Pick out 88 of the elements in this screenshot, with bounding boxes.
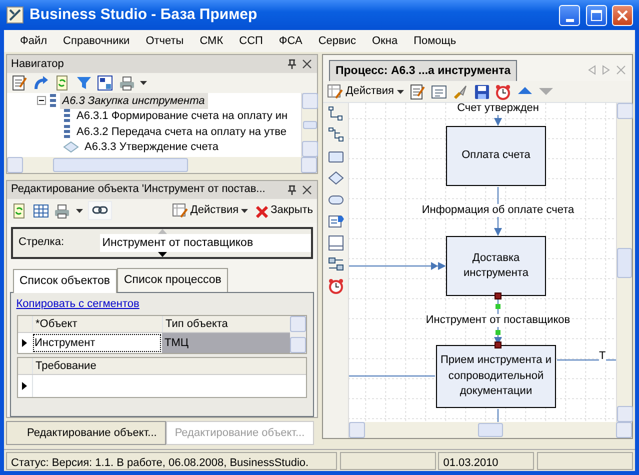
menu-item[interactable]: ФСА — [270, 32, 310, 50]
actions-button[interactable]: Действия — [172, 202, 248, 219]
diamond-icon[interactable] — [328, 170, 344, 186]
close-icon[interactable] — [301, 58, 313, 70]
scrollbar-thumb[interactable] — [478, 423, 503, 437]
menu-item[interactable]: Файл — [12, 32, 56, 50]
selection-handle[interactable] — [496, 330, 500, 335]
arrow-label: Счет утвержден — [457, 103, 539, 115]
process-box[interactable]: Прием инструмента и сопроводительной документации — [436, 345, 556, 408]
window-title: Business Studio - База Пример — [30, 4, 258, 25]
decision-icon — [63, 141, 79, 154]
scrollbar-thumb[interactable] — [617, 248, 632, 278]
close-icon — [254, 204, 268, 218]
pin-icon[interactable] — [286, 58, 298, 70]
panel-title: Навигатор — [11, 56, 65, 72]
text-icon[interactable] — [430, 84, 447, 100]
caret-icon[interactable] — [140, 81, 147, 85]
grid-edit-icon — [172, 202, 188, 218]
tab[interactable]: Список процессов — [116, 268, 228, 292]
table-cell[interactable]: ТМЦ — [162, 333, 290, 354]
minimize-icon — [566, 18, 574, 22]
close-panel-button[interactable]: Закрыть — [254, 202, 313, 219]
pin-icon[interactable] — [286, 184, 298, 196]
tree-item[interactable]: А6.3.1 Формирование счета на оплату ин — [74, 108, 290, 124]
close-icon — [617, 10, 628, 20]
tree-item[interactable]: А6.3.3 Утверждение счета — [82, 139, 222, 156]
status-date: 01.03.2010 — [438, 452, 534, 470]
redo-icon[interactable] — [32, 75, 48, 91]
actions-button[interactable]: Действия — [327, 83, 404, 100]
close-icon[interactable] — [301, 184, 313, 196]
close-button[interactable] — [612, 4, 633, 26]
refresh-icon[interactable] — [11, 202, 27, 218]
arrow-label: Т — [599, 350, 606, 363]
row-pointer-icon — [21, 381, 28, 391]
copy-link[interactable]: Копировать с сегментов — [16, 296, 140, 312]
caret-icon — [241, 208, 248, 212]
field-label: Стрелка: — [18, 235, 65, 250]
menu-item[interactable]: Справочники — [55, 32, 138, 50]
column-header[interactable]: *Объект — [32, 316, 162, 332]
scrollbar-thumb[interactable] — [53, 158, 188, 172]
status-text: Статус: Версия: 1.1. В работе, 06.08.2008, BusinessStudio. — [6, 452, 337, 470]
process-box[interactable]: Оплата счета — [446, 126, 546, 186]
collapse-icon[interactable] — [37, 96, 46, 106]
arrow-name-field[interactable]: Инструмент от поставщиков — [100, 234, 311, 252]
scrollbar-thumb[interactable] — [302, 121, 316, 129]
filter-icon[interactable] — [76, 75, 92, 91]
menu-item[interactable]: Отчеты — [138, 32, 192, 50]
arrow-label: Инструмент от поставщиков — [426, 314, 570, 327]
connector-icon[interactable] — [328, 106, 344, 122]
caret-icon — [396, 90, 404, 94]
document-tab[interactable]: Процесс: А6.3 ...а инструмента — [329, 60, 518, 80]
tab[interactable]: Список объектов — [12, 269, 117, 294]
alarm-clock-icon[interactable] — [495, 84, 512, 100]
tree-item[interactable]: А6.3.2 Передача счета на оплату на утве — [74, 124, 290, 140]
refresh-icon[interactable] — [54, 75, 70, 91]
menu-item[interactable]: Помощь — [406, 32, 464, 50]
brush-icon[interactable] — [452, 84, 468, 100]
edit-icon[interactable] — [11, 75, 27, 91]
frame-icon[interactable] — [328, 234, 344, 251]
table-icon[interactable] — [32, 202, 48, 218]
printer-icon[interactable] — [118, 75, 134, 91]
branch-connector-icon[interactable] — [328, 127, 344, 144]
menu-item[interactable]: Окна — [364, 32, 406, 50]
arrow-label: Информация об оплате счета — [422, 204, 574, 217]
maximize-icon — [590, 10, 602, 20]
process-icon — [48, 94, 57, 108]
panel-title: Редактирование объекта 'Инструмент от постав... — [11, 182, 266, 198]
edit-icon[interactable] — [409, 84, 426, 100]
tab[interactable]: Редактирование объект... — [6, 420, 166, 445]
text-box-icon[interactable] — [328, 213, 344, 230]
minimize-button[interactable] — [559, 4, 580, 26]
app-logo-icon — [6, 6, 24, 24]
menu-item[interactable]: СМК — [192, 32, 232, 50]
rectangle-icon[interactable] — [328, 148, 344, 165]
grid-edit-icon — [327, 84, 343, 100]
tree-item[interactable]: А6.3 Закупка инструмента — [60, 93, 208, 109]
link-toggle-button[interactable] — [88, 201, 112, 220]
save-icon[interactable] — [474, 84, 490, 100]
window-icon[interactable] — [97, 75, 113, 91]
printer-icon[interactable] — [54, 202, 70, 218]
alarm-clock-icon[interactable] — [328, 278, 344, 294]
maximize-button[interactable] — [586, 4, 606, 26]
caret-icon[interactable] — [76, 208, 82, 212]
table-cell[interactable]: Инструмент — [32, 333, 162, 354]
menu-item[interactable]: Сервис — [310, 32, 364, 50]
swap-icon[interactable] — [328, 256, 344, 272]
menu-item[interactable]: ССП — [231, 32, 271, 50]
process-box[interactable]: Доставка инструмента — [446, 236, 546, 296]
